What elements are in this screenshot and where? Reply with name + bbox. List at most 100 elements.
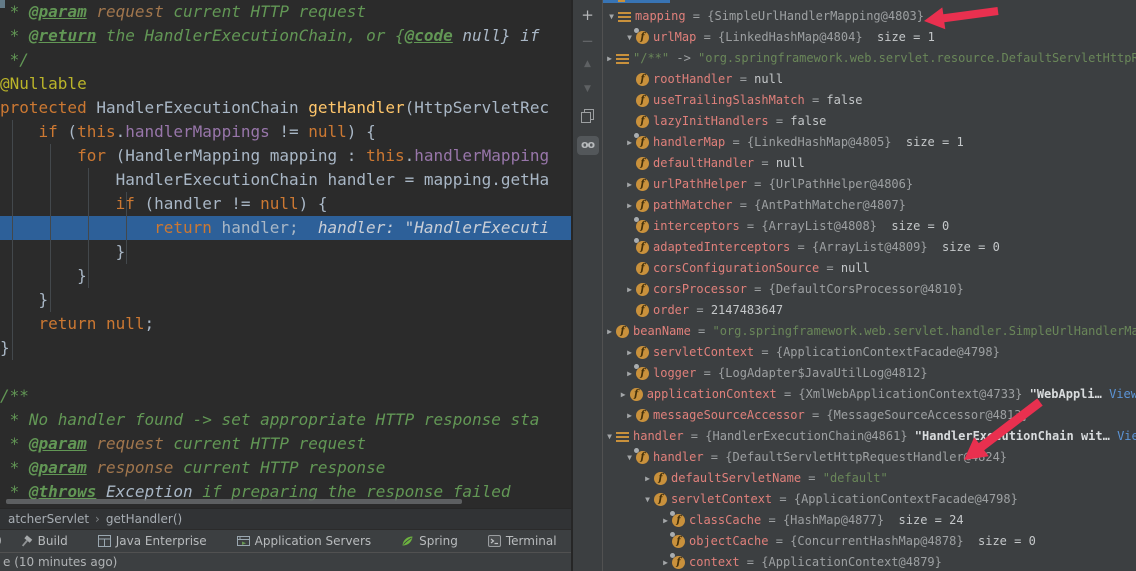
grid-icon: [98, 535, 111, 548]
debugger-variables-panel: + − ▲ ▼ oo ▼mapping = {SimpleUrlHandlerMappi…: [571, 0, 1136, 571]
code-line[interactable]: /**: [0, 384, 571, 408]
variable-row[interactable]: frootHandler = null: [603, 69, 1136, 90]
breadcrumb-item[interactable]: getHandler(): [106, 512, 182, 526]
variable-row[interactable]: ▶fclassCache = {HashMap@4877} size = 24: [603, 510, 1136, 531]
chevron-right-icon[interactable]: ▶: [617, 384, 630, 405]
variable-row[interactable]: forder = 2147483647: [603, 300, 1136, 321]
chevron-right-icon[interactable]: ▶: [623, 174, 636, 195]
variable-value: null: [754, 69, 783, 90]
code-line[interactable]: * @return the HandlerExecutionChain, or …: [0, 24, 571, 48]
variable-row[interactable]: ▶fbeanName = "org.springframework.web.se…: [603, 321, 1136, 342]
chevron-right-icon[interactable]: ▶: [603, 48, 616, 69]
code-line[interactable]: @Nullable: [0, 72, 571, 96]
chevron-down-icon[interactable]: ▼: [603, 426, 616, 447]
code-line[interactable]: if (handler != null) {: [0, 192, 571, 216]
toolwindow-button-application-servers[interactable]: Application Servers: [237, 534, 371, 548]
view-link[interactable]: View: [1109, 384, 1136, 405]
chevron-down-icon[interactable]: ▼: [605, 6, 618, 27]
move-down-button[interactable]: ▼: [573, 84, 602, 94]
chevron-right-icon[interactable]: ▶: [603, 321, 616, 342]
variable-row[interactable]: ▶fhandlerMap = {LinkedHashMap@4805} size…: [603, 132, 1136, 153]
variables-tree[interactable]: ▼mapping = {SimpleUrlHandlerMapping@4803…: [603, 0, 1136, 571]
variable-value: {HashMap@4877}: [783, 510, 884, 531]
chevron-right-icon[interactable]: ▶: [623, 279, 636, 300]
field-icon: f: [636, 363, 653, 384]
chevron-right-icon[interactable]: ▶: [623, 342, 636, 363]
toolwindow-label: Terminal: [506, 534, 557, 548]
variable-row[interactable]: fuseTrailingSlashMatch = false: [603, 90, 1136, 111]
code-line[interactable]: HandlerExecutionChain handler = mapping.…: [0, 168, 571, 192]
variable-row[interactable]: ▼handler = {HandlerExecutionChain@4861} …: [603, 426, 1136, 447]
variable-value: {DefaultServletHttpRequestHandler@4824}: [725, 447, 1007, 468]
move-up-button[interactable]: ▲: [573, 59, 602, 69]
code-line[interactable]: }: [0, 336, 571, 360]
code-line[interactable]: protected HandlerExecutionChain getHandl…: [0, 96, 571, 120]
variable-row[interactable]: ▼fhandler = {DefaultServletHttpRequestHa…: [603, 447, 1136, 468]
variable-row[interactable]: ▶fmessageSourceAccessor = {MessageSource…: [603, 405, 1136, 426]
variable-row[interactable]: ▶flogger = {LogAdapter$JavaUtilLog@4812}: [603, 363, 1136, 384]
remove-watch-button[interactable]: −: [573, 32, 602, 50]
code-line[interactable]: * @param response current HTTP response: [0, 456, 571, 480]
variable-name: lazyInitHandlers: [653, 111, 769, 132]
variable-row[interactable]: ▶fcontext = {ApplicationContext@4879}: [603, 552, 1136, 571]
code-line[interactable]: return null;: [0, 312, 571, 336]
toolwindow-button-build[interactable]: Build: [20, 534, 68, 548]
toolwindow-label: Spring: [419, 534, 458, 548]
variable-row[interactable]: fcorsConfigurationSource = null: [603, 258, 1136, 279]
breadcrumb-item[interactable]: atcherServlet: [8, 512, 89, 526]
variable-row[interactable]: flazyInitHandlers = false: [603, 111, 1136, 132]
final-marker-dot: [634, 364, 639, 369]
variable-value: {LinkedHashMap@4805}: [747, 132, 892, 153]
watches-toggle[interactable]: oo: [573, 133, 602, 155]
code-line[interactable]: return handler; handler: "HandlerExecuti: [0, 216, 571, 240]
code-line[interactable]: }: [0, 240, 571, 264]
code-line[interactable]: * @param request current HTTP request: [0, 432, 571, 456]
code-editor[interactable]: * @param request current HTTP request * …: [0, 0, 571, 508]
leaf-icon: [401, 535, 414, 548]
horizontal-scrollbar[interactable]: [6, 499, 462, 504]
chevron-right-icon[interactable]: ▶: [623, 405, 636, 426]
toolwindow-button-terminal[interactable]: Terminal: [488, 534, 557, 548]
variable-value: null: [841, 258, 870, 279]
code-line[interactable]: }: [0, 264, 571, 288]
variable-row[interactable]: fadaptedInterceptors = {ArrayList@4809} …: [603, 237, 1136, 258]
copy-value-button[interactable]: [573, 108, 602, 127]
variable-row[interactable]: ▶furlPathHelper = {UrlPathHelper@4806}: [603, 174, 1136, 195]
variable-row[interactable]: ▶fservletContext = {ApplicationContextFa…: [603, 342, 1136, 363]
code-line[interactable]: [0, 360, 571, 384]
variable-value: ->: [669, 48, 698, 69]
toolwindow-button-java-enterprise[interactable]: Java Enterprise: [98, 534, 207, 548]
field-icon: f: [672, 510, 689, 531]
chevron-down-icon[interactable]: ▼: [641, 489, 654, 510]
final-marker-dot: [670, 511, 675, 516]
variable-row[interactable]: ▶fcorsProcessor = {DefaultCorsProcessor@…: [603, 279, 1136, 300]
chevron-right-icon[interactable]: ▶: [641, 468, 654, 489]
variable-value: {HandlerExecutionChain@4861}: [705, 426, 915, 447]
variable-row[interactable]: ▼fservletContext = {ApplicationContextFa…: [603, 489, 1136, 510]
final-marker-dot: [634, 28, 639, 33]
add-watch-button[interactable]: +: [573, 6, 602, 24]
variable-name: corsConfigurationSource: [653, 258, 819, 279]
variable-row[interactable]: ▼mapping = {SimpleUrlHandlerMapping@4803…: [603, 6, 1136, 27]
variable-row[interactable]: ▶fapplicationContext = {XmlWebApplicatio…: [603, 384, 1136, 405]
clipped-toolwindow-item[interactable]: 0: [0, 534, 2, 548]
variable-row[interactable]: ▼furlMap = {LinkedHashMap@4804} size = 1: [603, 27, 1136, 48]
code-line[interactable]: * No handler found -> set appropriate HT…: [0, 408, 571, 432]
toolwindow-label: Build: [38, 534, 68, 548]
variable-row[interactable]: ▶"/**" -> "org.springframework.web.servl…: [603, 48, 1136, 69]
view-link[interactable]: View: [1117, 426, 1136, 447]
toolwindow-button-spring[interactable]: Spring: [401, 534, 458, 548]
variable-row[interactable]: fdefaultHandler = null: [603, 153, 1136, 174]
variable-row[interactable]: ▶fpathMatcher = {AntPathMatcher@4807}: [603, 195, 1136, 216]
code-line[interactable]: * @param request current HTTP request: [0, 0, 571, 24]
code-line[interactable]: if (this.handlerMappings != null) {: [0, 120, 571, 144]
chevron-right-icon[interactable]: ▶: [623, 195, 636, 216]
code-line[interactable]: }: [0, 288, 571, 312]
code-line[interactable]: */: [0, 48, 571, 72]
variable-row[interactable]: fobjectCache = {ConcurrentHashMap@4878} …: [603, 531, 1136, 552]
variable-row[interactable]: finterceptors = {ArrayList@4808} size = …: [603, 216, 1136, 237]
variable-value: {ArrayList@4808}: [761, 216, 877, 237]
variable-value: "org.springframework.web.servlet.handler…: [712, 321, 1136, 342]
code-line[interactable]: for (HandlerMapping mapping : this.handl…: [0, 144, 571, 168]
variable-row[interactable]: ▶fdefaultServletName = "default": [603, 468, 1136, 489]
